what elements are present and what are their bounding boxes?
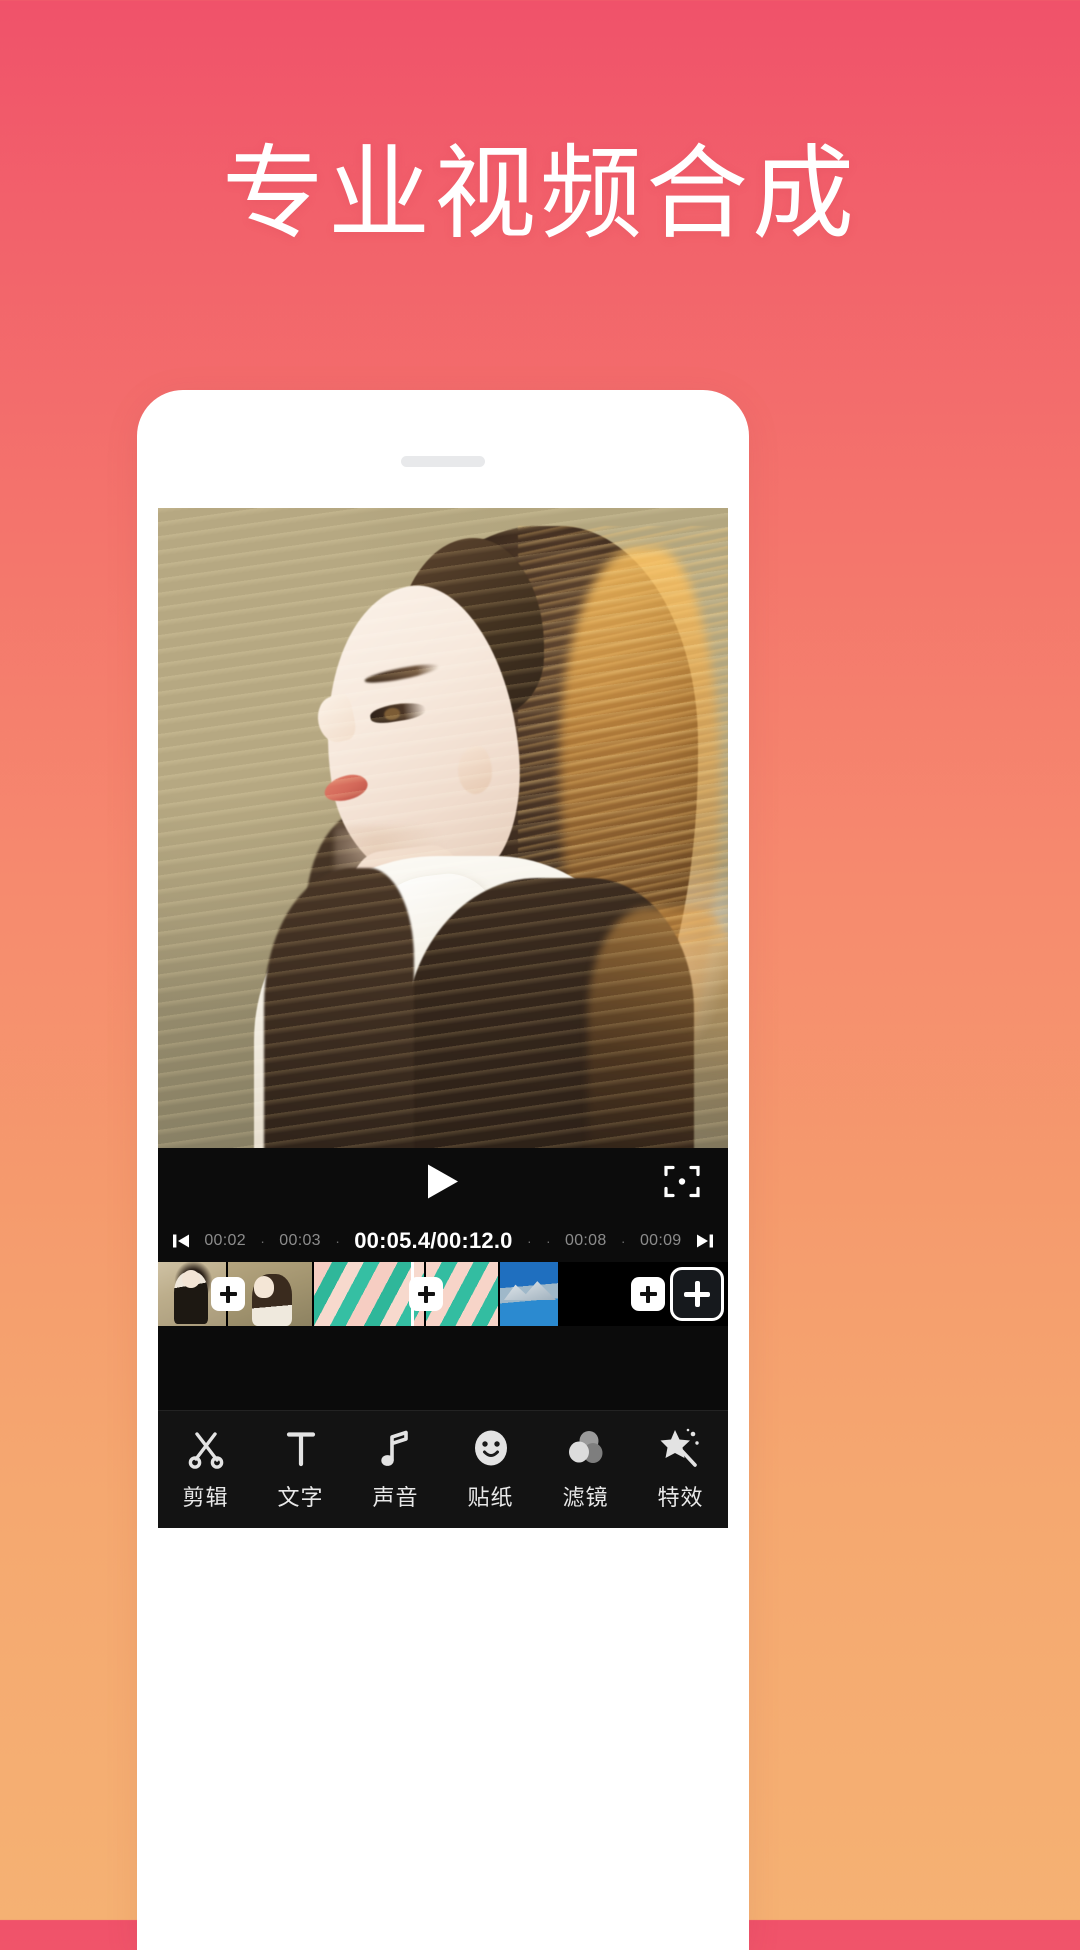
page-title: 专业视频合成 xyxy=(222,135,858,254)
plus-v-bar xyxy=(226,1285,230,1303)
ruler-tick: 00:03 xyxy=(279,1232,321,1249)
timeline-clip[interactable] xyxy=(312,1262,424,1326)
text-t-icon xyxy=(280,1427,322,1469)
add-clip-button[interactable] xyxy=(670,1267,724,1321)
tool-filter[interactable]: 滤镜 xyxy=(542,1427,630,1512)
play-button[interactable] xyxy=(425,1163,461,1206)
timeline-strip[interactable] xyxy=(158,1262,728,1326)
tool-label: 滤镜 xyxy=(562,1486,609,1511)
photo-ear xyxy=(458,746,492,794)
tool-label: 文字 xyxy=(277,1486,324,1511)
tool-audio[interactable]: 声音 xyxy=(352,1427,440,1512)
phone-mockup: 00:02 · 00:03 · 00:05.4/00:12.0 · · 00:0… xyxy=(137,390,749,1950)
tool-edit[interactable]: 剪辑 xyxy=(162,1427,250,1512)
music-note-icon xyxy=(375,1427,417,1469)
timeline-ruler[interactable]: 00:02 · 00:03 · 00:05.4/00:12.0 · · 00:0… xyxy=(158,1220,728,1262)
ruler-dot: · xyxy=(620,1233,626,1249)
photo-hair-tips-glow xyxy=(588,908,728,1148)
current-time-display: 00:05.4/00:12.0 xyxy=(354,1228,513,1253)
ruler-tick: 00:09 xyxy=(639,1232,682,1249)
magic-wand-star-icon xyxy=(660,1427,702,1469)
speaker-grille xyxy=(401,456,485,467)
skip-to-end-icon[interactable] xyxy=(696,1233,714,1249)
tool-label: 贴纸 xyxy=(467,1486,514,1511)
plus-v-bar xyxy=(694,1281,700,1307)
player-controls xyxy=(158,1148,728,1220)
tool-text[interactable]: 文字 xyxy=(257,1427,345,1512)
timeline-clip[interactable] xyxy=(498,1262,558,1326)
ruler-dot: · xyxy=(335,1233,340,1249)
playhead[interactable] xyxy=(411,1262,414,1326)
scissors-icon xyxy=(185,1427,227,1469)
tool-label: 剪辑 xyxy=(182,1486,229,1511)
ruler-dot: · xyxy=(526,1233,532,1249)
tool-sticker[interactable]: 贴纸 xyxy=(447,1427,535,1512)
filter-circles-icon xyxy=(565,1427,607,1469)
ruler-dot: · xyxy=(260,1233,265,1249)
app-screen: 00:02 · 00:03 · 00:05.4/00:12.0 · · 00:0… xyxy=(158,508,728,1528)
transition-add-button[interactable] xyxy=(211,1277,245,1311)
tool-label: 声音 xyxy=(372,1486,419,1511)
ruler-tick: 00:02 xyxy=(204,1232,246,1249)
skip-to-start-icon[interactable] xyxy=(172,1233,190,1249)
crop-frame-icon[interactable] xyxy=(662,1162,702,1207)
tool-label: 特效 xyxy=(657,1486,704,1511)
tool-effects[interactable]: 特效 xyxy=(637,1427,725,1512)
plus-v-bar xyxy=(646,1285,650,1303)
video-preview[interactable] xyxy=(158,508,728,1148)
transition-add-button[interactable] xyxy=(409,1277,443,1311)
transition-add-button[interactable] xyxy=(631,1277,665,1311)
plus-v-bar xyxy=(424,1285,428,1303)
ruler-tick: 00:08 xyxy=(565,1232,607,1249)
ruler-dot: · xyxy=(545,1233,551,1249)
editor-toolbar: 剪辑 文字 声音 贴纸 滤镜 特效 xyxy=(158,1410,728,1528)
timeline-track-area xyxy=(158,1326,728,1410)
smiley-sticker-icon xyxy=(470,1427,512,1469)
